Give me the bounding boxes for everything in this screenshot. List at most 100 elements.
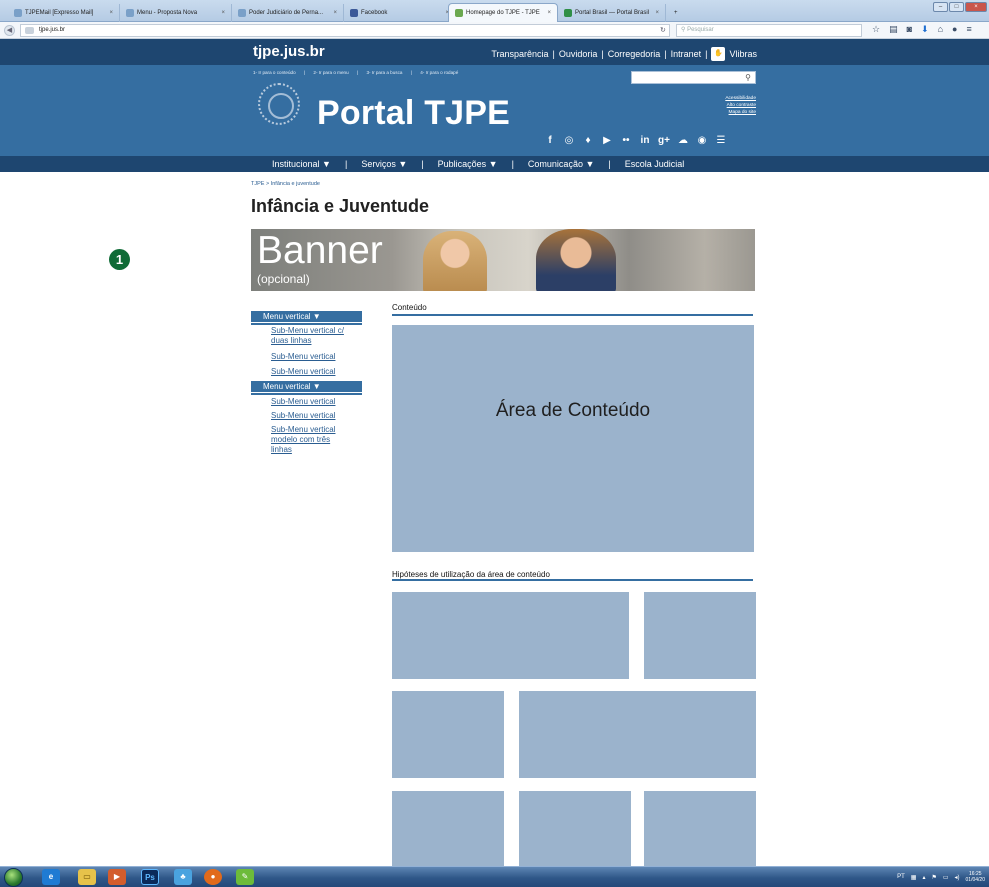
browser-tools: ☆ ▤ ◙ ⬇ ⌂ ● ≡ (872, 24, 972, 35)
flag-icon[interactable]: ⚑ (931, 874, 936, 881)
network-icon[interactable]: ♣ (174, 869, 192, 885)
clock[interactable]: 16:25 01/04/20 (966, 871, 985, 883)
annotation-marker: 1 (109, 249, 130, 270)
tjpe-seal-logo[interactable] (258, 83, 300, 125)
home-icon[interactable]: ⌂ (938, 24, 943, 35)
search-icon[interactable]: ⚲ (745, 73, 751, 82)
pocket-icon[interactable]: ◙ (907, 24, 912, 35)
browser-tab-active[interactable]: Homepage do TJPE - TJPE × (448, 3, 558, 22)
page-icon (564, 9, 572, 17)
browser-tab-bar: TJPEMail [Expresso Mail] × Menu - Propost… (0, 0, 989, 22)
skip-link-footer[interactable]: 4- Ir para o rodapé (420, 70, 458, 75)
close-icon[interactable]: × (649, 10, 659, 16)
instagram-icon[interactable]: ◎ (562, 134, 576, 148)
file-explorer-icon[interactable]: ▭ (78, 869, 96, 885)
app-icon[interactable]: ✎ (236, 869, 254, 885)
browser-toolbar: ◀ tjpe.jus.br ↻ ⚲ Pesquisar ☆ ▤ ◙ ⬇ ⌂ ● … (0, 22, 989, 39)
start-button[interactable] (4, 868, 23, 887)
browser-tab[interactable]: TJPEMail [Expresso Mail] × (8, 4, 120, 22)
divider (251, 393, 362, 395)
link-ouvidoria[interactable]: Ouvidoria (559, 49, 598, 59)
youtube-icon[interactable]: ▶ (600, 134, 614, 148)
site-top-bar: tjpe.jus.br Transparência | Ouvidoria | … (0, 39, 989, 65)
breadcrumb[interactable]: TJPE > Infância e juventude (251, 181, 320, 187)
twitter-icon[interactable]: ♦ (581, 134, 595, 148)
show-hidden-icons[interactable]: ▴ (922, 874, 925, 881)
link-vlibras[interactable]: Vlibras (729, 49, 757, 59)
bookmarks-icon[interactable]: ▤ (889, 24, 898, 35)
back-button[interactable]: ◀ (4, 25, 15, 36)
periscope-icon[interactable]: ◉ (695, 134, 709, 148)
close-icon[interactable]: × (215, 10, 225, 16)
sidebar-menu-header[interactable]: Menu vertical ▼ (251, 381, 362, 392)
nav-servicos[interactable]: Serviços ▼ (361, 159, 407, 169)
menu-icon[interactable]: ≡ (966, 24, 971, 35)
new-tab-button[interactable]: + (668, 4, 684, 22)
linkedin-icon[interactable]: in (638, 134, 652, 148)
reload-icon[interactable]: ↻ (660, 26, 666, 34)
sidebar-submenu-item[interactable]: Sub-Menu vertical (271, 352, 362, 362)
browser-search-input[interactable]: ⚲ Pesquisar (676, 24, 862, 37)
site-name[interactable]: tjpe.jus.br (253, 43, 325, 60)
site-search-input[interactable]: ⚲ (631, 71, 756, 84)
layout-placeholder-box (644, 791, 756, 866)
link-intranet[interactable]: Intranet (671, 49, 702, 59)
soundcloud-icon[interactable]: ☁ (676, 134, 690, 148)
browser-tab[interactable]: Portal Brasil — Portal Brasil × (558, 4, 666, 22)
nav-institucional[interactable]: Institucional ▼ (272, 159, 331, 169)
portal-title[interactable]: Portal TJPE (317, 94, 510, 133)
banner-photo-girl (423, 231, 487, 291)
bookmark-star-icon[interactable]: ☆ (872, 24, 880, 35)
close-icon[interactable]: × (327, 10, 337, 16)
chat-icon[interactable]: ● (952, 24, 957, 35)
hypotheses-heading: Hipóteses de utilização da área de conte… (392, 570, 550, 579)
nav-escola-judicial[interactable]: Escola Judicial (625, 159, 685, 169)
close-icon[interactable]: × (103, 10, 113, 16)
banner-title: Banner (257, 229, 383, 272)
accessibility-links: Acessibilidade Alto contraste Mapa do si… (690, 95, 756, 116)
volume-icon[interactable]: ◂) (955, 874, 960, 881)
nav-publicacoes[interactable]: Publicações ▼ (438, 159, 498, 169)
close-icon[interactable]: × (541, 10, 551, 16)
media-player-icon[interactable]: ▶ (108, 869, 126, 885)
download-icon[interactable]: ⬇ (921, 24, 929, 35)
sidebar-menu-header[interactable]: Menu vertical ▼ (251, 311, 362, 322)
vlibras-icon[interactable]: ✋ (711, 47, 726, 61)
facebook-icon[interactable]: f (543, 134, 557, 148)
sidebar-submenu-item[interactable]: Sub-Menu vertical (271, 367, 362, 377)
close-window-button[interactable]: × (965, 2, 987, 12)
internet-explorer-icon[interactable]: e (42, 869, 60, 885)
language-indicator[interactable]: PT (897, 874, 905, 880)
network-status-icon[interactable]: ▭ (943, 874, 949, 881)
minimize-button[interactable]: – (933, 2, 948, 12)
chevron-down-icon: ▼ (398, 159, 408, 169)
photoshop-icon[interactable]: Ps (141, 869, 159, 885)
skip-link-menu[interactable]: 2- Ir para o menu (313, 70, 348, 75)
site-info-icon[interactable] (25, 27, 34, 34)
maximize-button[interactable]: □ (949, 2, 964, 12)
browser-tab[interactable]: Menu - Proposta Nova × (120, 4, 232, 22)
flickr-icon[interactable]: •• (619, 134, 633, 148)
link-alto-contraste[interactable]: Alto contraste (690, 102, 756, 109)
content-area-label: Área de Conteúdo (495, 400, 651, 421)
sidebar-submenu-item[interactable]: Sub-Menu vertical (271, 411, 362, 421)
firefox-icon[interactable]: ● (204, 869, 222, 885)
sidebar-submenu-item[interactable]: Sub-Menu vertical modelo com três linhas (271, 425, 349, 455)
keyboard-icon[interactable]: ▦ (911, 874, 917, 881)
link-acessibilidade[interactable]: Acessibilidade (690, 95, 756, 102)
content-area-placeholder: Área de Conteúdo (392, 325, 754, 552)
sidebar-submenu-item[interactable]: Sub-Menu vertical c/ duas linhas (271, 326, 351, 346)
googleplus-icon[interactable]: g+ (657, 134, 671, 148)
link-transparencia[interactable]: Transparência (491, 49, 548, 59)
nav-comunicacao[interactable]: Comunicação ▼ (528, 159, 594, 169)
link-mapa-do-site[interactable]: Mapa do site (690, 109, 756, 116)
link-corregedoria[interactable]: Corregedoria (608, 49, 661, 59)
browser-tab[interactable]: Facebook× (344, 4, 456, 22)
sidebar-submenu-item[interactable]: Sub-Menu vertical (271, 397, 362, 407)
browser-tab[interactable]: Poder Judiciário de Perna... × (232, 4, 344, 22)
skip-link-search[interactable]: 3- Ir para a busca (366, 70, 402, 75)
rss-icon[interactable]: ☰ (714, 134, 728, 148)
url-field[interactable]: tjpe.jus.br (20, 24, 670, 37)
skip-link-content[interactable]: 1- Ir para o conteúdo (253, 70, 296, 75)
divider (392, 314, 753, 316)
